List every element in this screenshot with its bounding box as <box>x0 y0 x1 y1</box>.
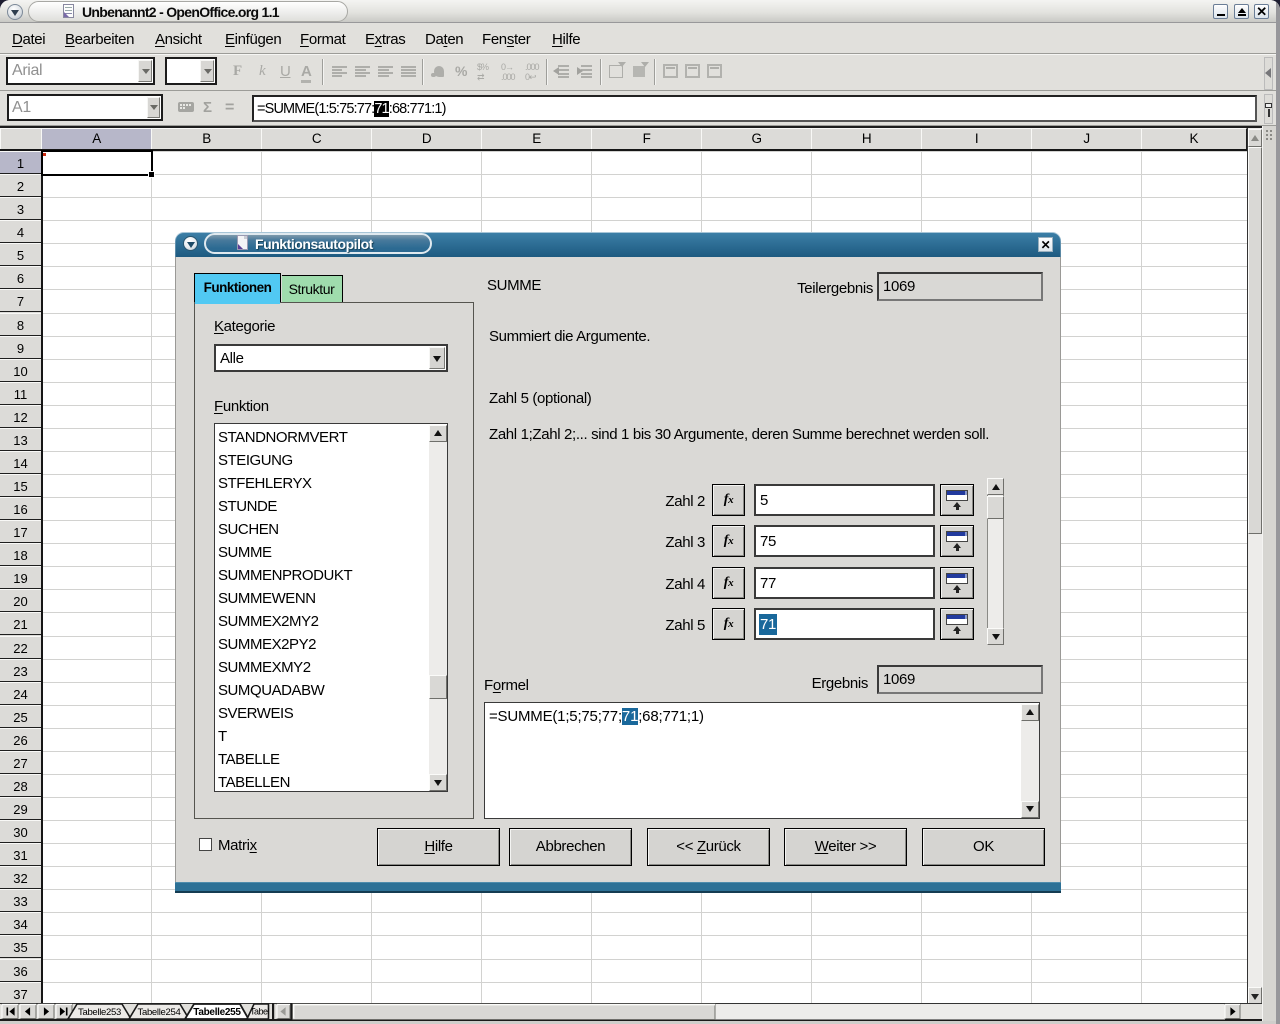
svg-text:Tabelle254: Tabelle254 <box>138 1007 181 1018</box>
svg-text:Tabelle253: Tabelle253 <box>78 1007 121 1018</box>
svg-text:Tabelle: Tabelle <box>250 1007 276 1017</box>
svg-text:Tabelle255: Tabelle255 <box>193 1007 241 1018</box>
